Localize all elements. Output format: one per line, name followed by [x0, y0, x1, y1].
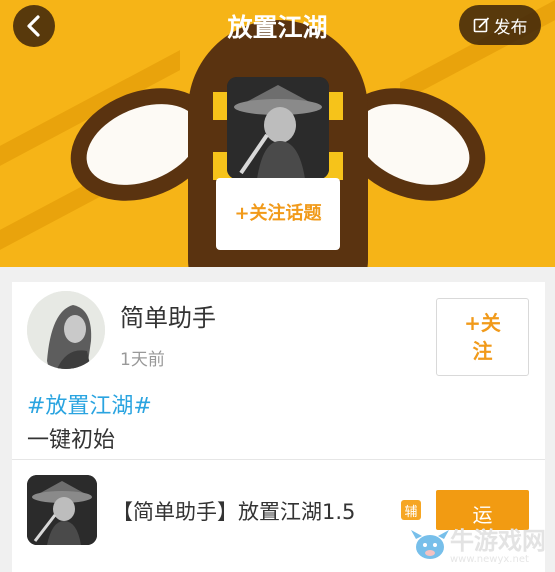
follow-user-button[interactable]: +关注	[436, 298, 529, 376]
avatar[interactable]	[27, 291, 105, 369]
assist-badge: 辅	[401, 500, 421, 520]
post-time: 1天前	[120, 350, 165, 370]
app-icon	[27, 475, 97, 545]
follow-topic-button[interactable]: +关注话题	[216, 178, 340, 250]
site-watermark: 牛游戏网 www.newyx.net	[410, 520, 555, 572]
post-author[interactable]: 简单助手	[120, 298, 216, 333]
app-name: 【简单助手】放置江湖1.5	[112, 500, 356, 524]
watermark-name: 牛游戏网	[450, 526, 546, 555]
user-avatar-image	[27, 291, 105, 369]
mascot-logo-icon	[411, 530, 449, 559]
watermark-url: www.newyx.net	[450, 553, 529, 565]
publish-button[interactable]: 发布	[459, 5, 541, 45]
topic-hashtag-link[interactable]: #放置江湖#	[27, 388, 152, 420]
swordsman-illustration	[227, 77, 329, 179]
publish-label: 发布	[493, 17, 528, 38]
watermark-text-group: 牛游戏网 www.newyx.net	[450, 528, 546, 565]
topic-cover-image	[227, 77, 329, 179]
post-text: 一键初始	[27, 428, 116, 453]
edit-icon	[473, 16, 489, 32]
swordsman-icon	[27, 475, 97, 545]
